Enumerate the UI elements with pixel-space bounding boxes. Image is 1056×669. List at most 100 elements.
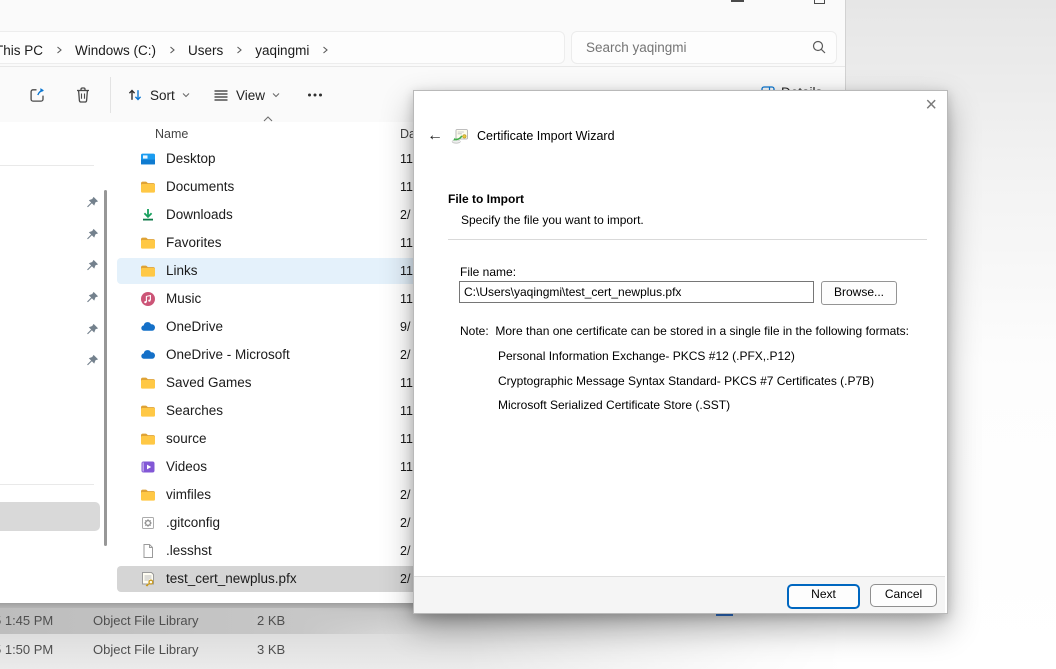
file-date-fragment: 11 — [400, 152, 413, 166]
breadcrumb-item[interactable]: Windows (C:) — [73, 43, 158, 58]
music-icon — [140, 291, 156, 307]
sidebar-pinned-item[interactable] — [80, 285, 104, 309]
format-item: Personal Information Exchange- PKCS #12 … — [498, 349, 795, 363]
cloud-icon — [140, 347, 156, 363]
explorer-titlebar — [0, 0, 845, 28]
file-date-fragment: 2/ — [400, 572, 410, 586]
folder-icon — [140, 263, 156, 279]
file-date-fragment: 9/ — [400, 320, 410, 334]
file-name: OneDrive - Microsoft — [166, 347, 290, 362]
file-name: Links — [166, 263, 198, 278]
background-file-row[interactable]: 5 1:50 PM Object File Library 3 KB — [0, 637, 430, 663]
more-options-button[interactable] — [305, 80, 325, 110]
breadcrumb-item[interactable]: yaqingmi — [253, 43, 311, 58]
folder-icon — [140, 487, 156, 503]
file-date-fragment: 11 — [400, 292, 413, 306]
sort-icon — [126, 86, 144, 104]
pin-icon — [86, 228, 99, 241]
sidebar-pinned-item[interactable] — [80, 348, 104, 372]
navigation-pane — [0, 122, 112, 603]
file-name: Searches — [166, 403, 223, 418]
file-name: vimfiles — [166, 487, 211, 502]
view-button[interactable]: View — [212, 80, 281, 110]
view-label: View — [236, 88, 265, 103]
sidebar-scrollbar[interactable] — [104, 190, 107, 546]
page-subheading: Specify the file you want to import. — [461, 213, 644, 227]
ellipsis-icon — [305, 86, 325, 104]
file-icon — [140, 543, 156, 559]
breadcrumb-item[interactable]: This PC — [0, 43, 45, 58]
file-name: .gitconfig — [166, 515, 220, 530]
cancel-button[interactable]: Cancel — [870, 584, 937, 607]
search-input[interactable] — [584, 32, 798, 63]
maximize-icon[interactable] — [814, 0, 825, 4]
browse-button[interactable]: Browse... — [821, 281, 897, 305]
search-box — [571, 31, 837, 64]
breadcrumb: This PC Windows (C:) Users yaqingmi — [0, 40, 339, 60]
chevron-right-icon[interactable] — [225, 45, 253, 55]
cloud-icon — [140, 319, 156, 335]
next-button[interactable]: Next — [787, 584, 860, 609]
file-name-label: File name: — [460, 265, 516, 279]
certificate-icon — [140, 571, 156, 587]
pin-icon — [86, 291, 99, 304]
file-date-fragment: 11 — [400, 236, 413, 250]
folder-icon — [140, 235, 156, 251]
format-item: Microsoft Serialized Certificate Store (… — [498, 398, 730, 412]
share-button[interactable] — [27, 80, 47, 110]
pin-icon — [86, 354, 99, 367]
file-name: Music — [166, 291, 201, 306]
file-date-fragment: 11 — [400, 460, 413, 474]
format-item: Cryptographic Message Syntax Standard- P… — [498, 374, 874, 388]
file-name: Saved Games — [166, 375, 252, 390]
back-arrow-icon[interactable]: ← — [427, 127, 443, 145]
search-icon — [811, 39, 827, 55]
file-date-fragment: 11 — [400, 404, 413, 418]
sidebar-divider — [0, 484, 94, 485]
sidebar-item-selected[interactable] — [0, 502, 100, 531]
dialog-header: ← Certificate Import Wizard — [427, 127, 615, 145]
chevron-down-icon — [181, 90, 191, 100]
file-name: Documents — [166, 179, 234, 194]
file-size: 2 KB — [257, 613, 285, 628]
delete-button[interactable] — [74, 80, 92, 110]
sidebar-pinned-item[interactable] — [80, 253, 104, 277]
file-date-fragment: 11 — [400, 376, 413, 390]
file-name: Desktop — [166, 151, 216, 166]
pin-icon — [86, 259, 99, 272]
note-text: Note: More than one certificate can be s… — [460, 324, 910, 338]
background-file-row[interactable]: 5 1:45 PM Object File Library 2 KB — [0, 608, 430, 634]
sort-button[interactable]: Sort — [126, 80, 191, 110]
chevron-right-icon[interactable] — [311, 45, 339, 55]
sidebar-pinned-item[interactable] — [80, 190, 104, 214]
chevron-right-icon[interactable] — [158, 45, 186, 55]
sidebar-pinned-item[interactable] — [80, 222, 104, 246]
toolbar-divider — [110, 77, 111, 113]
column-header-name[interactable]: Name — [155, 127, 188, 141]
chevron-down-icon — [271, 90, 281, 100]
gitconfig-icon — [140, 515, 156, 531]
minimize-icon[interactable] — [731, 0, 744, 2]
file-date-fragment: 2/ — [400, 544, 410, 558]
sort-label: Sort — [150, 88, 175, 103]
trash-icon — [74, 85, 92, 105]
file-date-fragment: 2/ — [400, 208, 410, 222]
address-bar: This PC Windows (C:) Users yaqingmi — [0, 28, 845, 66]
share-icon — [27, 85, 47, 105]
file-date-fragment: 11 — [400, 180, 413, 194]
breadcrumb-item[interactable]: Users — [186, 43, 225, 58]
file-time: 5 1:45 PM — [0, 613, 53, 628]
sidebar-pinned-item[interactable] — [80, 317, 104, 341]
dialog-title: Certificate Import Wizard — [477, 129, 615, 143]
folder-icon — [140, 179, 156, 195]
page-heading: File to Import — [448, 192, 524, 206]
file-name: .lesshst — [166, 543, 212, 558]
file-name-input[interactable] — [459, 281, 814, 303]
file-name: source — [166, 431, 207, 446]
dialog-footer: Next Cancel — [414, 576, 945, 613]
file-type: Object File Library — [93, 613, 198, 628]
view-icon — [212, 86, 230, 104]
chevron-right-icon[interactable] — [45, 45, 73, 55]
close-icon[interactable]: × — [925, 95, 937, 115]
file-date-fragment: 2/ — [400, 348, 410, 362]
